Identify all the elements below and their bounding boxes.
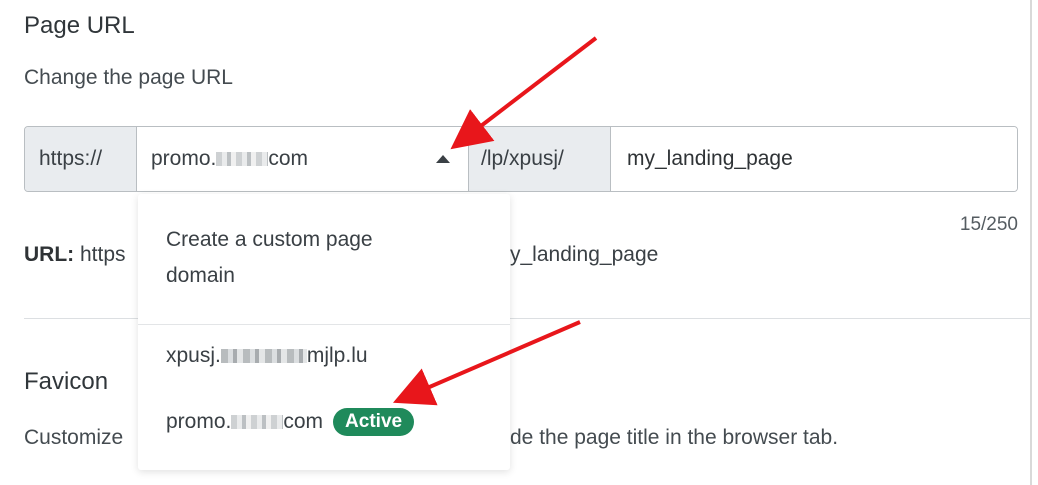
panel-right-border: [1030, 0, 1032, 485]
active-badge: Active: [333, 408, 415, 437]
domain-select[interactable]: promo. com: [137, 127, 469, 191]
favicon-title: Favicon: [24, 368, 109, 395]
dropdown-divider: [138, 324, 510, 325]
create-custom-line1: Create a custom page: [166, 228, 373, 251]
favicon-description-start: Customize: [24, 426, 124, 449]
url-preview-start: https: [80, 243, 126, 266]
page-url-title: Page URL: [24, 12, 135, 39]
redacted-text: [220, 349, 307, 364]
slug-input[interactable]: [611, 127, 1017, 191]
domain-select-value: promo. com: [151, 147, 309, 170]
favicon-description-end: de the page title in the browser tab.: [510, 426, 839, 449]
url-preview: URL: https: [24, 243, 126, 267]
domain-dropdown-menu: Create a custom page domain xpusj. mjlp.l…: [138, 194, 510, 470]
create-custom-line2: domain: [166, 264, 235, 287]
path-prefix: /lp/xpusj/: [469, 127, 611, 191]
url-label: URL:: [24, 243, 75, 266]
redacted-text: [216, 152, 269, 167]
scheme-prefix: https://: [25, 127, 137, 191]
char-counter: 15/250: [959, 214, 1018, 235]
url-preview-end: y_landing_page: [510, 243, 659, 266]
caret-up-icon: [436, 155, 450, 163]
dropdown-item-domain-2[interactable]: promo. com Active: [166, 404, 415, 440]
dropdown-item-domain-1[interactable]: xpusj. mjlp.lu: [166, 338, 368, 374]
dropdown-item-create-custom-domain[interactable]: Create a custom page domain: [166, 222, 373, 294]
page-url-description: Change the page URL: [24, 66, 233, 89]
redacted-text: [231, 415, 284, 430]
url-input-group: https:// promo. com /lp/xpusj/: [24, 126, 1018, 192]
